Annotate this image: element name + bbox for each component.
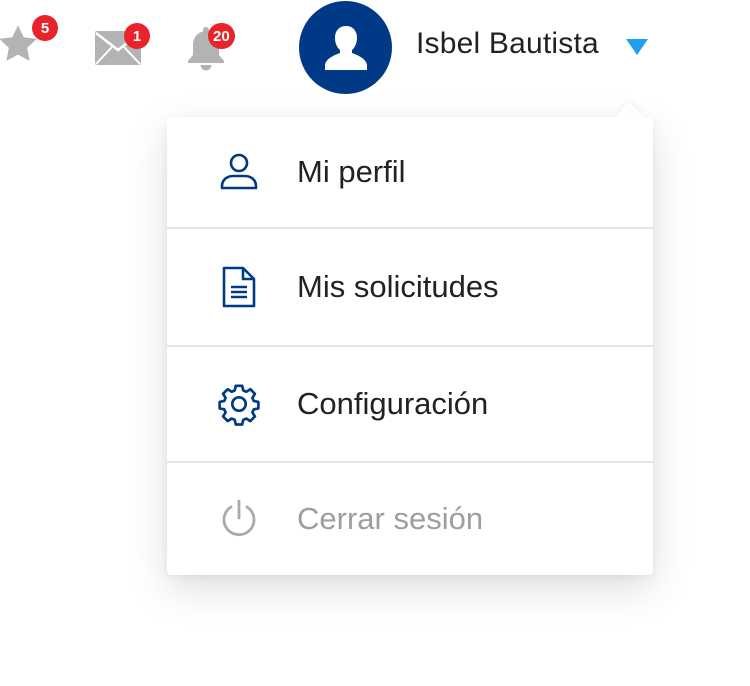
user-icon bbox=[215, 148, 263, 196]
document-icon bbox=[215, 263, 263, 311]
messages-button[interactable]: 1 bbox=[94, 23, 150, 66]
user-dropdown-menu: Mi perfil Mis solicitudes Configuración bbox=[167, 101, 653, 575]
notifications-button[interactable]: 20 bbox=[184, 23, 235, 72]
user-name[interactable]: Isbel Bautista bbox=[416, 27, 599, 61]
caret-down-icon[interactable] bbox=[625, 38, 649, 56]
menu-item-settings[interactable]: Configuración bbox=[167, 347, 653, 463]
avatar[interactable] bbox=[299, 1, 392, 94]
menu-item-logout[interactable]: Cerrar sesión bbox=[167, 463, 653, 575]
menu-item-requests[interactable]: Mis solicitudes bbox=[167, 229, 653, 347]
favorites-button[interactable]: 5 bbox=[0, 15, 58, 66]
menu-item-label: Mis solicitudes bbox=[297, 269, 499, 304]
messages-count-badge: 1 bbox=[124, 23, 150, 49]
favorites-count-badge: 5 bbox=[32, 15, 58, 41]
gear-icon bbox=[215, 380, 263, 428]
menu-item-profile[interactable]: Mi perfil bbox=[167, 117, 653, 229]
menu-item-label: Mi perfil bbox=[297, 154, 406, 189]
top-bar: 5 1 20 Isbel Bautista bbox=[0, 0, 750, 100]
notifications-count-badge: 20 bbox=[208, 23, 235, 49]
user-silhouette-icon bbox=[324, 25, 367, 70]
menu-item-label: Configuración bbox=[297, 386, 489, 421]
power-icon bbox=[215, 495, 263, 543]
menu-item-label: Cerrar sesión bbox=[297, 501, 484, 536]
dropdown-pointer bbox=[615, 101, 643, 117]
